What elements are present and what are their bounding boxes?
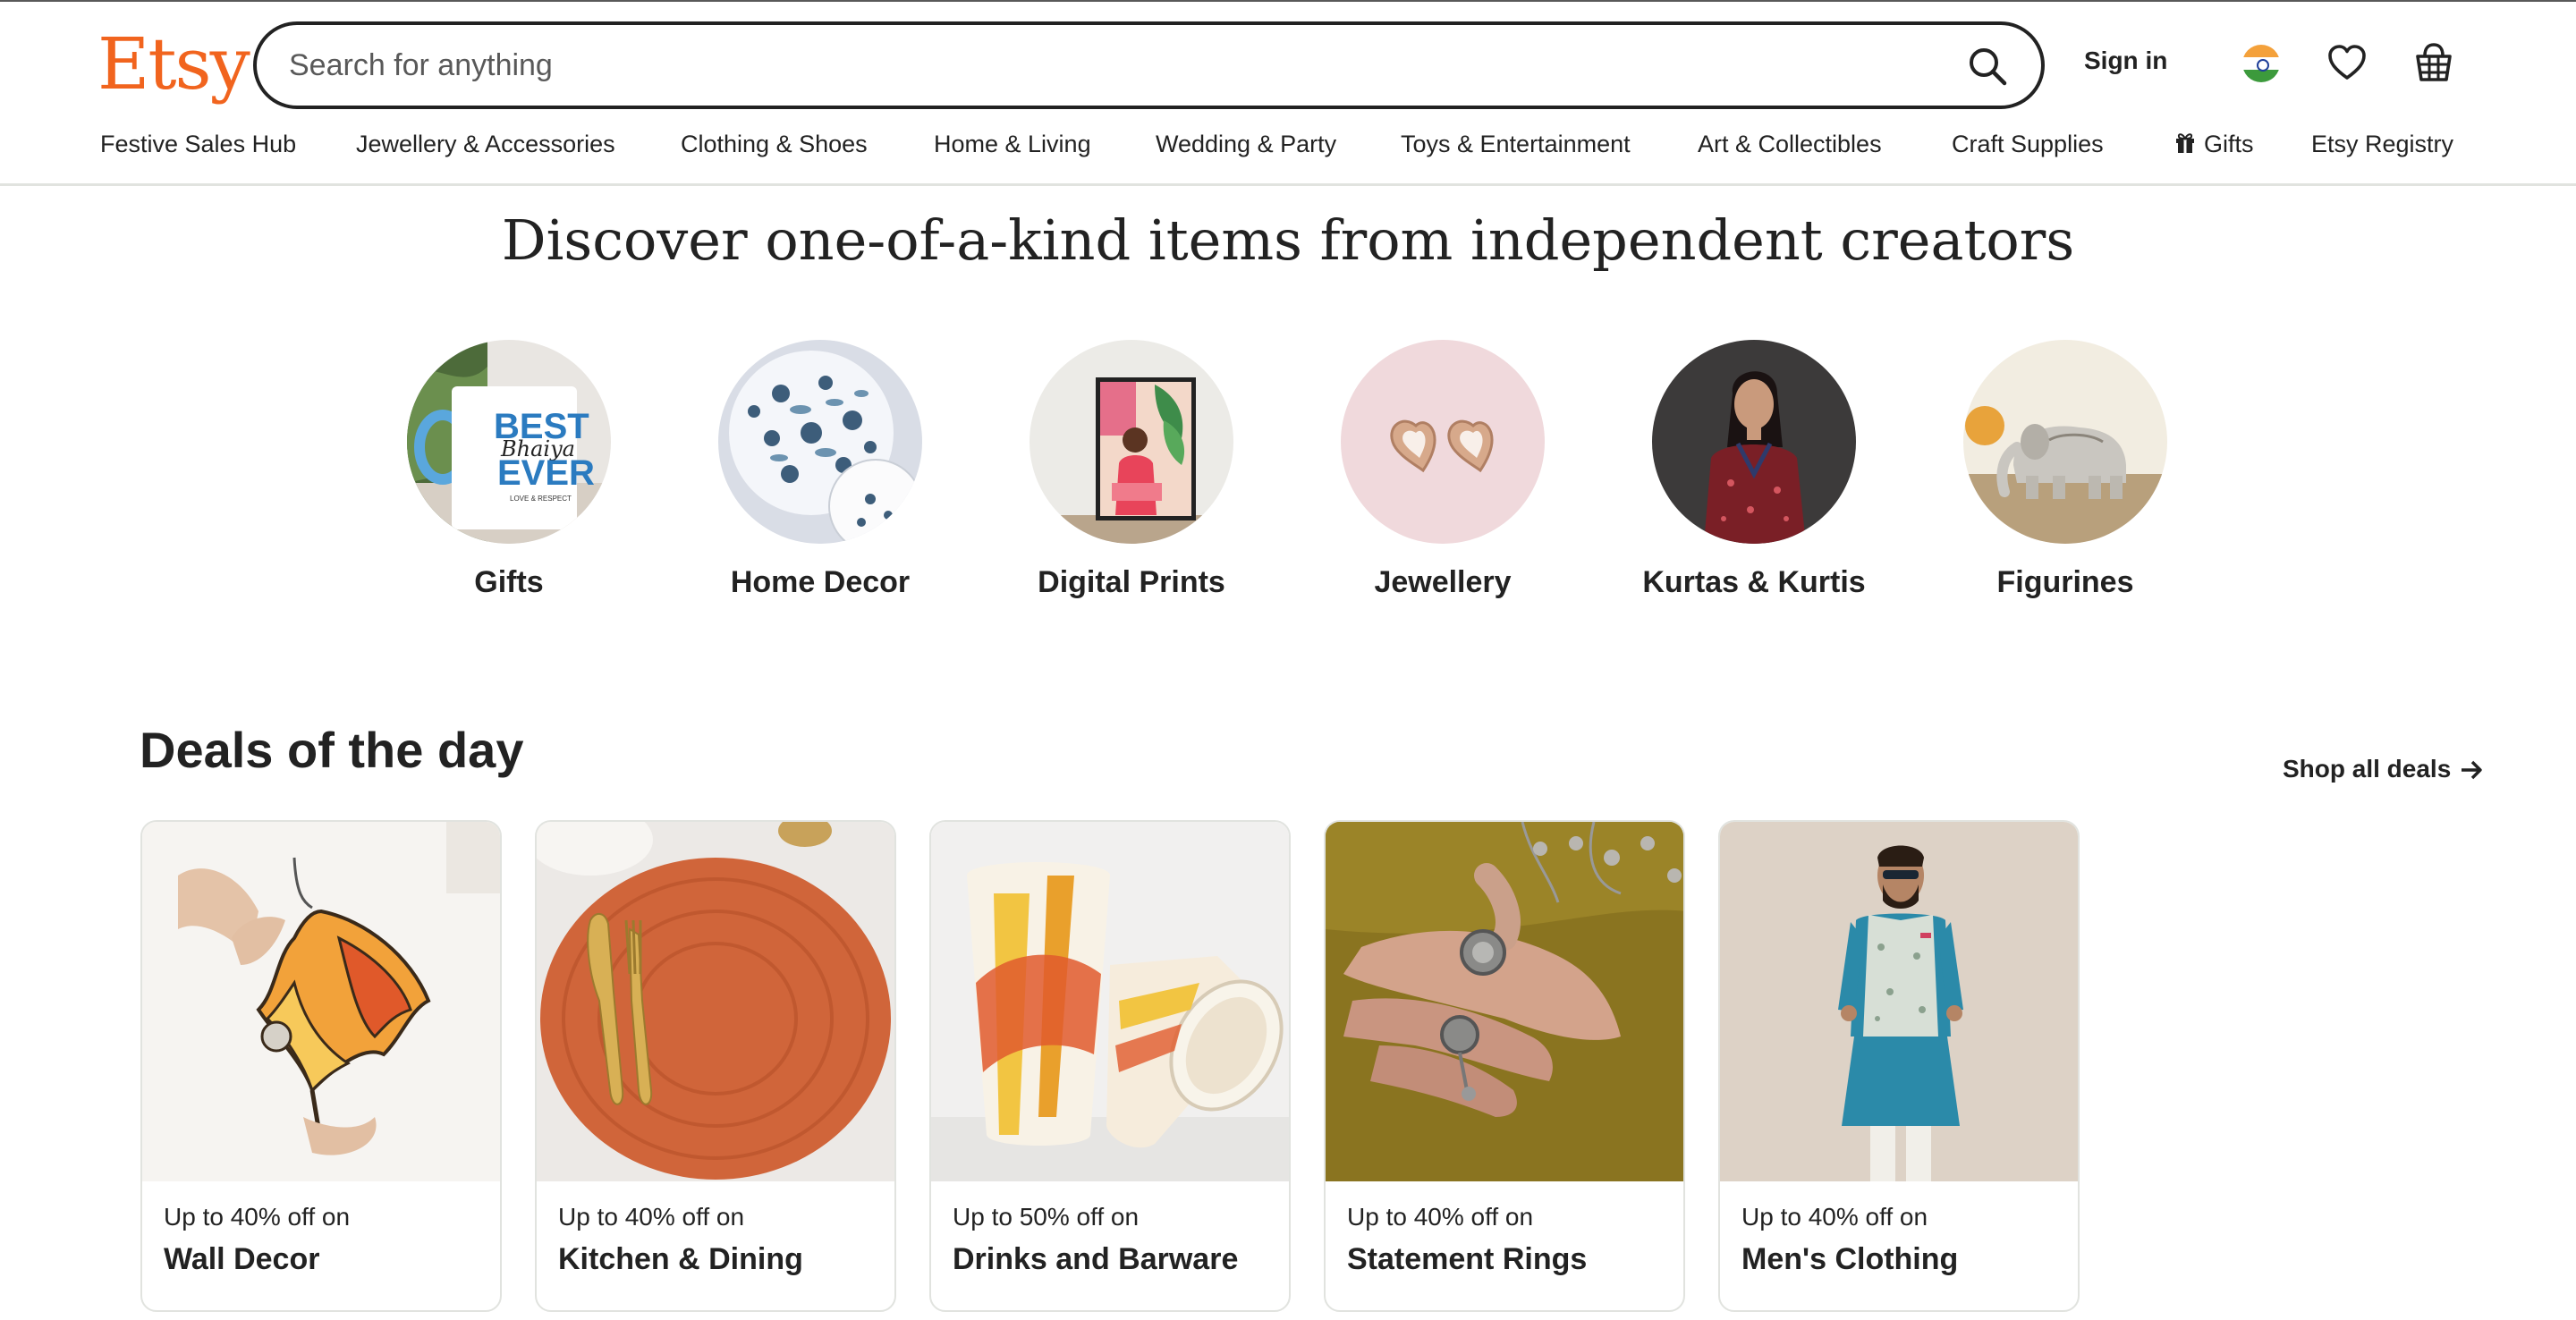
drinks-barware-cups-image <box>931 822 1289 1181</box>
statement-rings-hand-image <box>1326 822 1683 1181</box>
nav-festive-sales-hub[interactable]: Festive Sales Hub <box>100 131 296 158</box>
shop-all-deals-label: Shop all deals <box>2283 755 2452 783</box>
nav-wedding-party[interactable]: Wedding & Party <box>1156 131 1336 158</box>
nav-clothing-shoes[interactable]: Clothing & Shoes <box>681 131 868 158</box>
deal-discount-text: Up to 40% off on <box>1347 1203 1534 1231</box>
category-label: Figurines <box>1996 565 2134 599</box>
deal-discount-text: Up to 40% off on <box>558 1203 745 1231</box>
deal-discount-text: Up to 40% off on <box>1741 1203 1928 1231</box>
deal-card-kitchen-dining[interactable]: Up to 40% off on Kitchen & Dining <box>535 820 896 1312</box>
nav-home-living[interactable]: Home & Living <box>934 131 1091 158</box>
search-button[interactable] <box>1961 39 2014 93</box>
deal-discount-text: Up to 50% off on <box>953 1203 1140 1231</box>
kurtas-kurtis-image <box>1652 340 1856 544</box>
nav-gifts[interactable]: Gifts <box>2174 131 2254 158</box>
deal-category-name: Drinks and Barware <box>953 1242 1239 1276</box>
deal-card-wall-decor[interactable]: Up to 40% off on Wall Decor <box>140 820 502 1312</box>
category-nav: Festive Sales Hub Jewellery & Accessorie… <box>0 131 2576 166</box>
favorites-heart-icon[interactable] <box>2326 41 2368 84</box>
category-label: Digital Prints <box>1038 565 1225 599</box>
mug-text-love: LOVE & RESPECT <box>510 495 572 503</box>
kitchen-dining-placemat-image <box>537 822 894 1181</box>
category-figurines[interactable]: Figurines <box>1931 340 2199 600</box>
category-jewellery[interactable]: Jewellery <box>1309 340 1577 600</box>
cart-basket-icon[interactable] <box>2411 39 2457 86</box>
nav-jewellery-accessories[interactable]: Jewellery & Accessories <box>356 131 615 158</box>
search-icon <box>1970 48 2007 86</box>
deal-category-name: Kitchen & Dining <box>558 1242 803 1276</box>
digital-prints-image <box>1030 340 1233 544</box>
deal-card-drinks-barware[interactable]: Up to 50% off on Drinks and Barware <box>929 820 1291 1312</box>
search-bar <box>253 21 2045 109</box>
figurines-elephant-image <box>1963 340 2167 544</box>
nav-etsy-registry[interactable]: Etsy Registry <box>2311 131 2453 158</box>
category-gifts[interactable]: BEST Bhaiya EVER LOVE & RESPECT Gifts <box>375 340 643 600</box>
category-label: Home Decor <box>730 565 911 599</box>
category-kurtas-kurtis[interactable]: Kurtas & Kurtis <box>1620 340 1888 600</box>
mens-clothing-model-image <box>1720 822 2078 1181</box>
deal-category-name: Wall Decor <box>164 1242 320 1276</box>
category-digital-prints[interactable]: Digital Prints <box>997 340 1266 600</box>
category-label: Gifts <box>474 565 544 599</box>
sign-in-link[interactable]: Sign in <box>2084 47 2167 75</box>
jewellery-earrings-image <box>1341 340 1545 544</box>
nav-gifts-label: Gifts <box>2204 131 2254 157</box>
home-decor-plates-image <box>718 340 922 544</box>
deal-category-name: Men's Clothing <box>1741 1242 1959 1276</box>
deal-category-name: Statement Rings <box>1347 1242 1588 1276</box>
deal-card-mens-clothing[interactable]: Up to 40% off on Men's Clothing <box>1718 820 2080 1312</box>
category-label: Jewellery <box>1374 565 1512 599</box>
hero-title: Discover one-of-a-kind items from indepe… <box>501 207 2075 273</box>
category-label: Kurtas & Kurtis <box>1642 565 1866 599</box>
arrow-right-icon <box>2462 760 2482 780</box>
etsy-logo[interactable]: Etsy <box>97 21 250 107</box>
gifts-mug-image: BEST Bhaiya EVER LOVE & RESPECT <box>407 340 611 544</box>
category-home-decor[interactable]: Home Decor <box>686 340 954 600</box>
site-header: Etsy Sign in Festive Sales Hub Jewellery… <box>0 2 2576 186</box>
nav-craft-supplies[interactable]: Craft Supplies <box>1952 131 2104 158</box>
search-input[interactable] <box>289 41 1899 89</box>
deals-section-title: Deals of the day <box>140 722 524 778</box>
shop-all-deals-link[interactable]: Shop all deals <box>2283 755 2483 783</box>
mug-text-ever: EVER <box>497 453 595 493</box>
deal-card-statement-rings[interactable]: Up to 40% off on Statement Rings <box>1324 820 1685 1312</box>
deal-discount-text: Up to 40% off on <box>164 1203 351 1231</box>
india-flag-icon[interactable] <box>2242 45 2280 82</box>
nav-art-collectibles[interactable]: Art & Collectibles <box>1698 131 1882 158</box>
nav-toys-entertainment[interactable]: Toys & Entertainment <box>1401 131 1631 158</box>
wall-decor-leaf-image <box>142 822 500 1181</box>
gift-icon <box>2176 133 2194 153</box>
